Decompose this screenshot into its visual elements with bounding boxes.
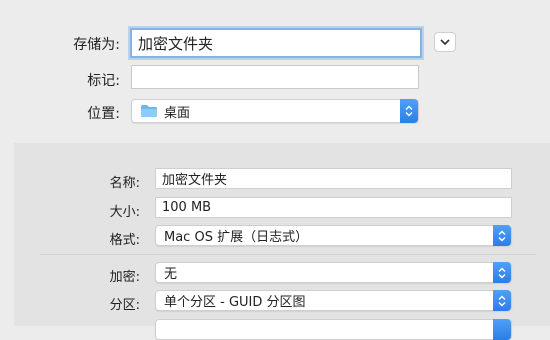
format-stepper[interactable] — [493, 225, 511, 246]
up-down-arrows-icon — [498, 267, 506, 278]
encryption-label: 加密: — [109, 270, 140, 285]
save-as-label: 存储为: — [73, 37, 120, 53]
format-popup[interactable]: Mac OS 扩展（日志式） — [155, 225, 512, 246]
partition-popup[interactable]: 单个分区 - GUID 分区图 — [155, 290, 512, 311]
name-input[interactable]: 加密文件夹 — [155, 168, 512, 189]
cutoff-popup[interactable] — [155, 319, 512, 340]
encryption-stepper[interactable] — [493, 262, 511, 283]
location-label: 位置: — [87, 106, 120, 122]
encryption-popup[interactable]: 无 — [155, 262, 512, 283]
save-as-input[interactable]: 加密文件夹 — [130, 28, 422, 58]
format-label: 格式: — [109, 233, 140, 248]
location-value: 桌面 — [164, 105, 191, 121]
location-popup[interactable]: 桌面 — [131, 99, 419, 123]
partition-stepper[interactable] — [493, 290, 511, 311]
cutoff-stepper[interactable] — [493, 319, 511, 340]
folder-icon — [141, 105, 157, 117]
size-label: 大小: — [109, 205, 140, 220]
format-value: Mac OS 扩展（日志式） — [164, 230, 309, 245]
up-down-arrows-icon — [405, 105, 413, 117]
size-input[interactable]: 100 MB — [155, 197, 512, 218]
tags-input[interactable] — [131, 65, 419, 89]
location-stepper[interactable] — [400, 99, 418, 123]
encryption-value: 无 — [164, 267, 178, 282]
partition-value: 单个分区 - GUID 分区图 — [164, 295, 306, 310]
up-down-arrows-icon — [498, 230, 506, 241]
chevron-down-icon — [440, 39, 450, 45]
up-down-arrows-icon — [498, 295, 506, 306]
expand-button[interactable] — [434, 32, 456, 52]
tags-label: 标记: — [87, 73, 120, 89]
divider — [40, 254, 536, 255]
name-label: 名称: — [109, 176, 140, 191]
partition-label: 分区: — [109, 298, 140, 313]
